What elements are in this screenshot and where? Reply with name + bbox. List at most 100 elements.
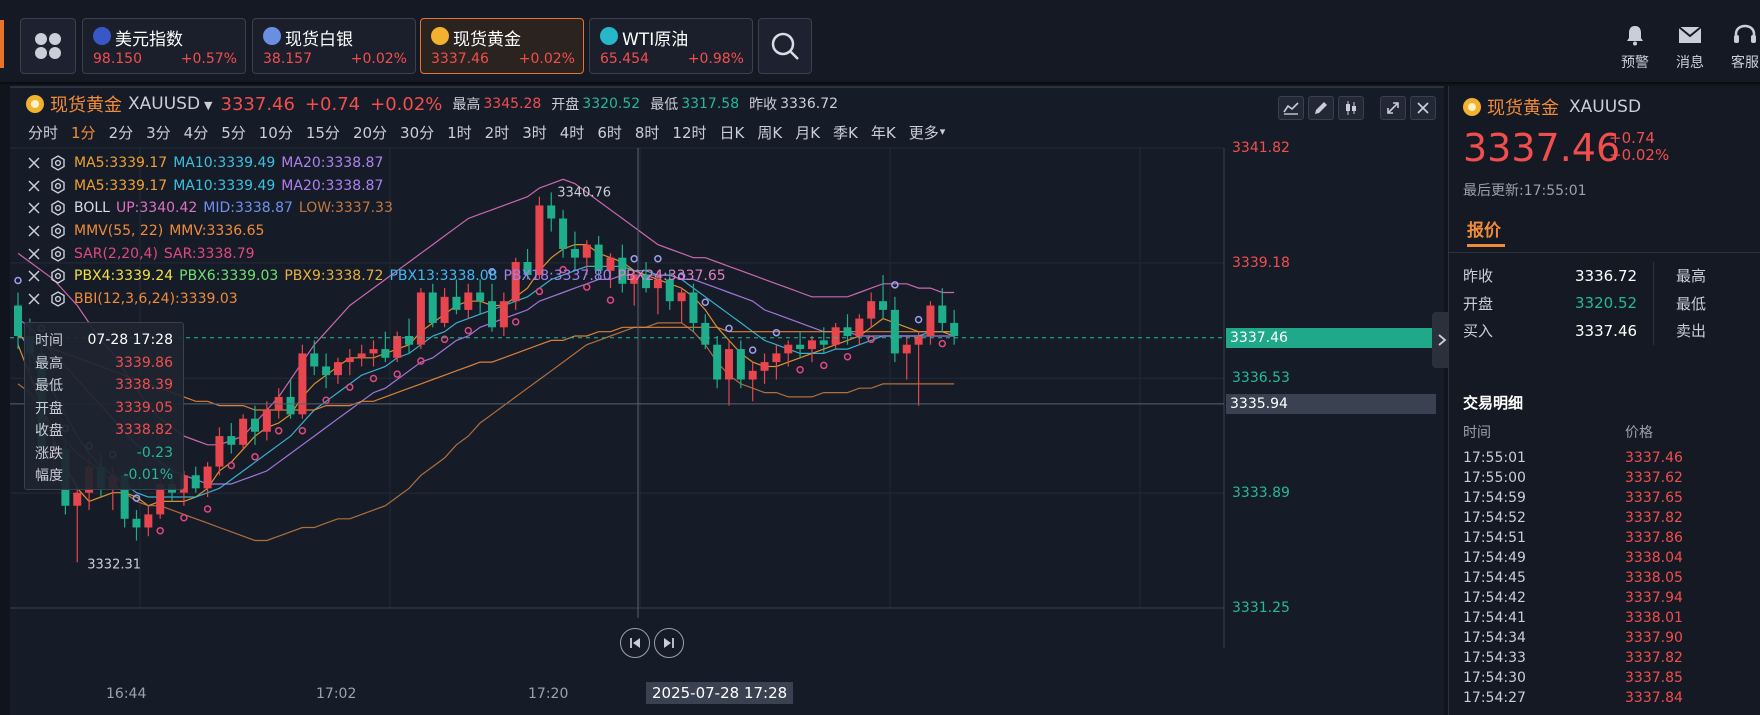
timeframe-tab[interactable]: 12时 <box>672 122 706 146</box>
sar-dot <box>914 315 923 324</box>
search-button[interactable] <box>758 18 812 74</box>
indicator-settings-icon[interactable] <box>50 291 66 307</box>
remove-indicator-icon[interactable] <box>26 268 42 284</box>
sar-dot <box>298 426 307 435</box>
remove-indicator-icon[interactable] <box>26 246 42 262</box>
timeframe-tab[interactable]: 周K <box>757 122 782 146</box>
sar-dot <box>180 513 188 522</box>
symbol-dropdown-icon[interactable]: ▼ <box>204 99 212 112</box>
chevron-right-icon <box>1438 334 1447 346</box>
candle-info-box: 时间 07-28 17:28 最高 3339.86 最低 3338.39 开盘 3339.05… <box>24 322 184 490</box>
price-tick-label: 3341.82 <box>1232 140 1290 156</box>
timeframe-tab[interactable]: 30分 <box>400 122 434 146</box>
bell-icon <box>1627 26 1643 46</box>
timeframe-tab[interactable]: 年K <box>871 122 896 146</box>
trade-price: 3337.84 <box>1625 690 1683 706</box>
timeframe-tab[interactable]: 分时 <box>28 122 58 146</box>
drawing-tools-button[interactable] <box>1278 96 1304 120</box>
timeframe-tab[interactable]: 4分 <box>184 122 209 146</box>
remove-indicator-icon[interactable] <box>26 223 42 239</box>
sar-dot <box>891 281 899 289</box>
support-button[interactable]: 客服 <box>1720 24 1760 72</box>
timeframe-tab[interactable]: 季K <box>833 122 858 146</box>
fullscreen-button[interactable] <box>1380 96 1406 120</box>
indicator-value: PBX4:3339.24 <box>74 268 174 285</box>
timeframe-tab[interactable]: 6时 <box>597 122 622 146</box>
indicator-row: BOLL UP:3340.42 MID:3338.87 LOW:3337.33 <box>26 197 732 220</box>
remove-indicator-icon[interactable] <box>26 178 42 194</box>
instrument-name: 现货黄金 <box>50 95 122 116</box>
instrument-symbol[interactable]: XAUUSD <box>128 94 200 114</box>
trade-price: 3337.46 <box>1625 450 1683 466</box>
ticker-silver[interactable]: 现货白银 38.157 +0.02% <box>252 18 416 74</box>
candle-body <box>879 301 888 310</box>
alert-button[interactable]: 预警 <box>1610 24 1660 72</box>
timeframe-tab[interactable]: 月K <box>795 122 820 146</box>
trade-price: 3338.01 <box>1625 610 1683 626</box>
tab-quote[interactable]: 报价 <box>1467 216 1501 241</box>
candle-body <box>736 349 745 380</box>
candle-body <box>843 327 852 337</box>
timeframe-tab[interactable]: 1时 <box>447 122 472 146</box>
ticker-wti-oil[interactable]: WTI原油 65.454 +0.98% <box>589 18 753 74</box>
indicator-settings-icon[interactable] <box>50 223 66 239</box>
open-label: 开盘 <box>551 97 580 113</box>
timeframe-tab[interactable]: 3分 <box>146 122 171 146</box>
timeframe-tab[interactable]: 2时 <box>485 122 510 146</box>
apps-button[interactable] <box>20 18 76 74</box>
trade-time: 17:55:01 <box>1463 450 1526 466</box>
remove-indicator-icon[interactable] <box>26 200 42 216</box>
sar-dot <box>511 318 520 326</box>
remove-indicator-icon[interactable] <box>26 291 42 307</box>
chart-style-button[interactable] <box>1338 96 1364 120</box>
timeframe-tab[interactable]: 5分 <box>221 122 246 146</box>
sar-dot <box>156 527 164 535</box>
timeframe-tab[interactable]: 2分 <box>109 122 134 146</box>
timeframe-tab[interactable]: 日K <box>720 122 745 146</box>
tab-indicator <box>1467 244 1505 247</box>
crosshair-time-label: 2025-07-28 17:28 <box>646 682 794 704</box>
candle-body <box>381 349 390 358</box>
candle-body <box>701 322 710 345</box>
trade-list: 17:55:01 3337.46 17:55:00 3337.62 17:54:59 33… <box>1463 450 1743 710</box>
indicator-settings-icon[interactable] <box>50 268 66 285</box>
trade-time: 17:54:52 <box>1463 510 1526 526</box>
timeframe-tab[interactable]: 3时 <box>522 122 547 146</box>
timeframe-tab[interactable]: 15分 <box>306 122 340 146</box>
more-dropdown-icon[interactable]: ▾ <box>940 125 946 146</box>
trade-price: 3337.86 <box>1625 530 1683 546</box>
quote-label: 卖出 <box>1676 322 1707 341</box>
messages-button[interactable]: 消息 <box>1665 24 1715 72</box>
ticker-usd-index[interactable]: 美元指数 98.150 +0.57% <box>82 18 246 74</box>
candle-body <box>251 418 259 432</box>
pencil-icon <box>1315 102 1327 114</box>
timeframe-tab[interactable]: 4时 <box>560 122 585 146</box>
edit-button[interactable] <box>1308 96 1334 120</box>
timeframe-tab[interactable]: 8时 <box>635 122 660 146</box>
indicator-settings-icon[interactable] <box>50 200 66 217</box>
ticker-change: +0.57% <box>180 51 237 67</box>
timeframe-tab[interactable]: 20分 <box>353 122 387 146</box>
sar-dot <box>843 352 852 361</box>
candle-body <box>760 362 769 371</box>
indicator-row: MA5:3339.17 MA10:3339.49 MA20:3338.87 <box>26 152 732 175</box>
indicator-settings-icon[interactable] <box>50 245 66 262</box>
candle-body <box>215 436 224 467</box>
ticker-gold[interactable]: 现货黄金 3337.46 +0.02% <box>420 18 584 74</box>
indicator-settings-icon[interactable] <box>50 155 66 172</box>
trade-row: 17:54:30 3337.85 <box>1463 670 1743 690</box>
indicator-settings-icon[interactable] <box>50 178 66 194</box>
scroll-back-button[interactable] <box>620 628 650 658</box>
remove-indicator-icon[interactable] <box>26 155 42 171</box>
info-label: 涨跌 <box>35 445 63 462</box>
scroll-forward-button[interactable] <box>654 628 684 658</box>
candle-body <box>902 344 911 354</box>
timeframe-tab[interactable]: 1分 <box>71 122 96 146</box>
candle-body <box>772 353 781 363</box>
timeframe-tab[interactable]: 10分 <box>259 122 293 146</box>
sar-dot <box>796 366 804 374</box>
quote-change-pct: +0.02% <box>1609 146 1670 164</box>
timeframe-tab[interactable]: 更多 <box>909 122 939 146</box>
indicator-value: MA5:3339.17 <box>74 177 168 194</box>
close-chart-button[interactable] <box>1410 96 1436 120</box>
